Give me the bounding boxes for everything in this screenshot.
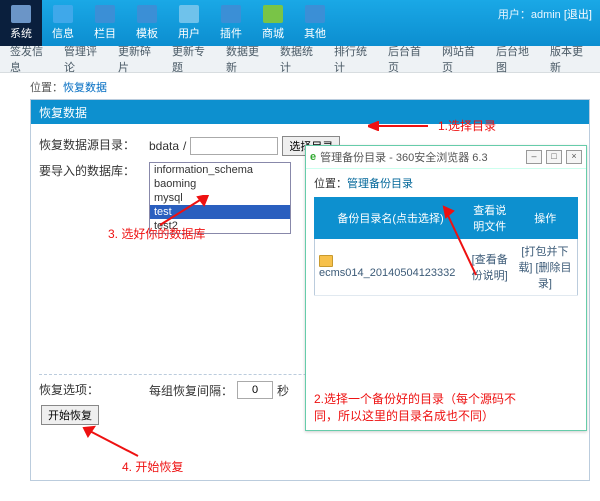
subnav-item[interactable]: 管理评论 bbox=[64, 43, 104, 75]
menu-icon bbox=[221, 5, 241, 23]
delete-dir-link[interactable]: [删除目录] bbox=[535, 262, 571, 290]
subnav-item[interactable]: 版本更新 bbox=[550, 43, 590, 75]
menu-插件[interactable]: 插件 bbox=[210, 0, 252, 46]
panel-title: 恢复数据 bbox=[31, 100, 589, 124]
menu-icon bbox=[137, 5, 157, 23]
minimize-icon[interactable]: – bbox=[526, 150, 542, 164]
options-label: 恢复选项： bbox=[39, 381, 149, 398]
window-title: 管理备份目录 - 360安全浏览器 6.3 bbox=[320, 149, 487, 165]
col-op: 操作 bbox=[513, 198, 578, 239]
user-prefix: 用户： bbox=[498, 9, 531, 21]
menu-信息[interactable]: 信息 bbox=[42, 0, 84, 46]
window-titlebar[interactable]: e 管理备份目录 - 360安全浏览器 6.3 – □ × bbox=[306, 146, 586, 169]
db-label: 要导入的数据库： bbox=[39, 162, 149, 179]
user-name: admin bbox=[531, 9, 561, 21]
folder-icon bbox=[319, 255, 333, 267]
subnav-item[interactable]: 后台地图 bbox=[496, 43, 536, 75]
src-dir-label: 恢复数据源目录： bbox=[39, 136, 149, 153]
crumb-label: 位置： bbox=[30, 82, 63, 94]
menu-icon bbox=[305, 5, 325, 23]
annot-step2a: 2.选择一个备份好的目录（每个源码不 bbox=[314, 392, 516, 406]
start-restore-button[interactable]: 开始恢复 bbox=[41, 405, 99, 425]
subnav-item[interactable]: 数据统计 bbox=[280, 43, 320, 75]
menu-icon bbox=[11, 5, 31, 23]
subnav-item[interactable]: 签发信息 bbox=[10, 43, 50, 75]
annot-step4: 4. 开始恢复 bbox=[122, 458, 183, 475]
window-breadcrumb: 位置：管理备份目录 bbox=[314, 175, 578, 191]
user-info: 用户：admin [退出] bbox=[498, 6, 592, 22]
browser-icon: e bbox=[310, 151, 316, 163]
subnav-item[interactable]: 后台首页 bbox=[388, 43, 428, 75]
backup-dir-link[interactable]: ecms014_20140504123332 bbox=[319, 267, 455, 279]
menu-其他[interactable]: 其他 bbox=[294, 0, 336, 46]
maximize-icon[interactable]: □ bbox=[546, 150, 562, 164]
subnav-item[interactable]: 排行统计 bbox=[334, 43, 374, 75]
backup-dir-window: e 管理备份目录 - 360安全浏览器 6.3 – □ × 位置：管理备份目录 … bbox=[305, 145, 587, 431]
subnav-item[interactable]: 更新碎片 bbox=[118, 43, 158, 75]
src-dir-root: bdata bbox=[149, 139, 179, 153]
annot-step2b: 同，所以这里的目录名成也不同） bbox=[314, 409, 494, 423]
subnav-item[interactable]: 数据更新 bbox=[226, 43, 266, 75]
menu-系统[interactable]: 系统 bbox=[0, 0, 42, 46]
interval-input[interactable] bbox=[237, 381, 273, 399]
menu-icon bbox=[263, 5, 283, 23]
breadcrumb: 位置：恢复数据 bbox=[30, 79, 590, 95]
menu-icon bbox=[95, 5, 115, 23]
db-option[interactable]: information_schema bbox=[150, 163, 290, 177]
menu-用户[interactable]: 用户 bbox=[168, 0, 210, 46]
annot-step1: 1.选择目录 bbox=[438, 117, 496, 134]
menu-栏目[interactable]: 栏目 bbox=[84, 0, 126, 46]
seconds-label: 秒 bbox=[277, 382, 289, 399]
src-subdir-input[interactable] bbox=[190, 137, 278, 155]
menu-模板[interactable]: 模板 bbox=[126, 0, 168, 46]
db-option[interactable]: baoming bbox=[150, 177, 290, 191]
menu-商城[interactable]: 商城 bbox=[252, 0, 294, 46]
interval-label: 每组恢复间隔： bbox=[149, 382, 233, 399]
sub-nav: 签发信息管理评论更新碎片更新专题数据更新数据统计排行统计后台首页网站首页后台地图… bbox=[0, 46, 600, 73]
crumb-current: 恢复数据 bbox=[63, 82, 107, 94]
menu-icon bbox=[179, 5, 199, 23]
logout-link[interactable]: [退出] bbox=[564, 9, 592, 21]
window-crumb-link[interactable]: 管理备份目录 bbox=[347, 178, 413, 190]
close-icon[interactable]: × bbox=[566, 150, 582, 164]
menu-icon bbox=[53, 5, 73, 23]
subnav-item[interactable]: 更新专题 bbox=[172, 43, 212, 75]
subnav-item[interactable]: 网站首页 bbox=[442, 43, 482, 75]
